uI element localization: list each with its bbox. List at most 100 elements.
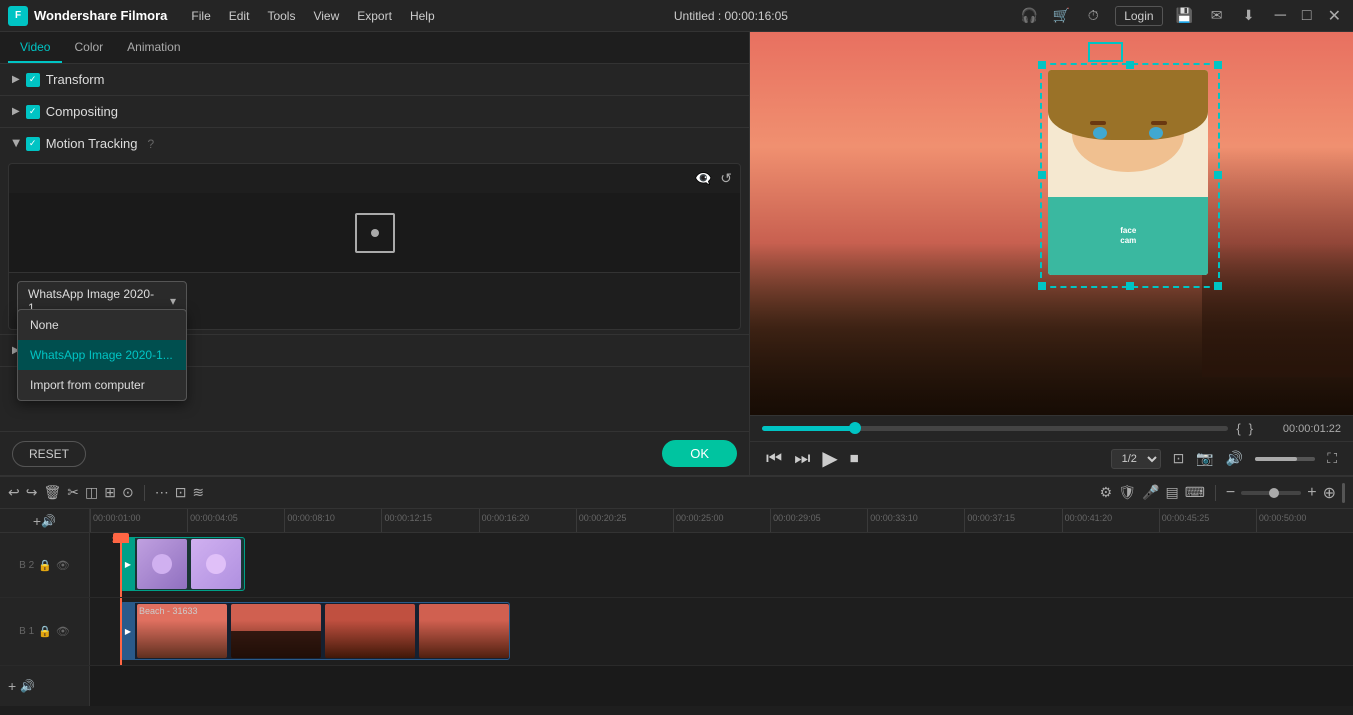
reset-button[interactable]: RESET — [12, 441, 86, 467]
stop-button[interactable]: ⏹ — [850, 448, 859, 469]
compositing-checkbox[interactable] — [26, 105, 40, 119]
compositing-arrow: ▶ — [12, 106, 20, 117]
ruler-tick-11: 00:00:41:20 — [1062, 509, 1159, 532]
headphones-icon[interactable]: 🎧 — [1019, 6, 1039, 26]
ruler-tick-5: 00:00:16:20 — [479, 509, 576, 532]
track-lock-1[interactable]: 🔒 — [38, 625, 52, 638]
right-panel: facecam { } 00:00:01:22 ⏮ — [750, 32, 1353, 475]
content-area: Video Color Animation ▶ Transform — [0, 32, 1353, 475]
tl-voice-button[interactable]: 🎤 — [1142, 484, 1159, 501]
ruler-tick-9: 00:00:33:10 — [867, 509, 964, 532]
ruler-tick-2: 00:00:04:05 — [187, 509, 284, 532]
volume-button[interactable]: 🔊 — [1226, 450, 1243, 467]
timer-icon[interactable]: ⏱ — [1083, 6, 1103, 26]
speed-select[interactable]: 1/2 1/1 2x — [1111, 449, 1161, 469]
cart-icon[interactable]: 🛒 — [1051, 6, 1071, 26]
ruler-side: + 🔊 — [0, 509, 90, 532]
tab-color[interactable]: Color — [62, 32, 115, 63]
transform-header[interactable]: ▶ Transform — [0, 64, 749, 95]
compositing-header[interactable]: ▶ Compositing — [0, 96, 749, 127]
tl-undo-button[interactable]: ↩ — [8, 484, 20, 501]
tl-ripple-button[interactable]: ⋯ — [155, 484, 169, 501]
app-container: F Wondershare Filmora File Edit Tools Vi… — [0, 0, 1353, 715]
tl-caption-button[interactable]: ⌨ — [1185, 484, 1205, 501]
video-preview: facecam — [750, 32, 1353, 415]
track-eye-2[interactable]: 👁 — [56, 559, 70, 572]
tl-redo-button[interactable]: ↪ — [26, 484, 38, 501]
dropdown-item-import[interactable]: Import from computer — [18, 370, 186, 400]
clip-label-overlay: WhatsApp Image 202 — [243, 557, 245, 571]
right-crowd — [1202, 147, 1353, 377]
tl-delete-button[interactable]: 🗑 — [43, 484, 61, 501]
mt-reset-button[interactable]: ↺ — [720, 170, 732, 187]
maximize-button[interactable]: □ — [1298, 7, 1316, 25]
motion-tracking-section: ▶ Motion Tracking ? 👁‍🗨 ↺ — [0, 128, 749, 335]
timeline-toolbar: ↩ ↪ 🗑 ✂ ◫ ⊞ ⊙ ⋯ ⊡ ≋ ⚙ 🛡 🎤 ▤ ⌨ − + ⊕ — [0, 477, 1353, 509]
tl-copy-button[interactable]: ⊙ — [122, 484, 134, 501]
progress-bar[interactable] — [762, 426, 1228, 431]
tab-animation[interactable]: Animation — [115, 32, 192, 63]
mt-hide-button[interactable]: 👁‍🗨 — [695, 170, 712, 187]
add-audio-button[interactable]: + — [8, 678, 16, 694]
motion-tracking-header[interactable]: ▶ Motion Tracking ? — [0, 128, 749, 159]
tl-split-button[interactable]: ⊞ — [104, 484, 116, 501]
login-button[interactable]: Login — [1115, 6, 1162, 26]
mail-icon[interactable]: ✉ — [1207, 6, 1227, 26]
minimize-button[interactable]: ─ — [1271, 7, 1290, 25]
mt-dropdown-row: WhatsApp Image 2020-1... ▾ None WhatsApp… — [9, 273, 740, 329]
fullscreen-button[interactable]: ⛶ — [1327, 450, 1337, 467]
tl-add-button[interactable]: ⊕ — [1323, 483, 1336, 503]
screen-mirror-button[interactable]: ⊡ — [1173, 450, 1185, 467]
tl-mask-button[interactable]: 🛡 — [1118, 484, 1136, 501]
save-icon[interactable]: 💾 — [1175, 6, 1195, 26]
step-back-button[interactable]: ⏮ — [766, 448, 782, 469]
avatar-face-area — [1048, 70, 1208, 197]
avatar-image: facecam — [1048, 70, 1208, 275]
menu-view[interactable]: View — [305, 5, 347, 27]
tab-video[interactable]: Video — [8, 32, 62, 63]
menu-help[interactable]: Help — [402, 5, 443, 27]
zoom-in-button[interactable]: + — [1307, 484, 1316, 502]
zoom-out-button[interactable]: − — [1226, 484, 1235, 502]
tl-sep1 — [144, 485, 145, 501]
handle-tm — [1126, 61, 1134, 69]
tl-color-button[interactable]: ≋ — [192, 484, 204, 501]
menu-tools[interactable]: Tools — [259, 5, 303, 27]
handle-tr — [1214, 61, 1222, 69]
dropdown-item-whatsapp[interactable]: WhatsApp Image 2020-1... — [18, 340, 186, 370]
tl-cut-button[interactable]: ✂ — [67, 484, 79, 501]
tl-crop-button[interactable]: ⊡ — [175, 484, 187, 501]
ok-button[interactable]: OK — [662, 440, 737, 467]
tl-trim-button[interactable]: ◫ — [85, 484, 98, 501]
add-track-button[interactable]: + — [33, 513, 41, 529]
menu-export[interactable]: Export — [349, 5, 400, 27]
tl-sep2 — [1215, 485, 1216, 501]
tl-auto-button[interactable]: ▤ — [1165, 484, 1178, 501]
rewind-button[interactable]: ⏭ — [794, 448, 810, 469]
titlebar-right: 🎧 🛒 ⏱ Login 💾 ✉ ⬇ ─ □ ✕ — [1019, 6, 1345, 26]
download-icon[interactable]: ⬇ — [1239, 6, 1259, 26]
handle-bl — [1038, 282, 1046, 290]
compositing-section: ▶ Compositing — [0, 96, 749, 128]
volume-track-button[interactable]: 🔊 — [41, 514, 56, 528]
menu-file[interactable]: File — [183, 5, 218, 27]
motion-tracking-checkbox[interactable] — [26, 137, 40, 151]
menu-edit[interactable]: Edit — [221, 5, 258, 27]
track-eye-1[interactable]: 👁 — [56, 625, 70, 638]
track-lock-2[interactable]: 🔒 — [38, 559, 52, 572]
tl-effects-button[interactable]: ⚙ — [1100, 484, 1113, 501]
dropdown-item-none[interactable]: None — [18, 310, 186, 340]
play-button[interactable]: ▶ — [822, 446, 837, 471]
properties-panel: ▶ Transform ▶ Compositing — [0, 64, 749, 431]
volume-track2-button[interactable]: 🔊 — [20, 679, 35, 693]
screenshot-button[interactable]: 📷 — [1196, 450, 1213, 467]
avatar-clip[interactable]: ▶ WhatsApp Image 202 — [120, 537, 245, 591]
playhead-track1 — [120, 598, 122, 665]
transform-checkbox[interactable] — [26, 73, 40, 87]
video-clip[interactable]: ▶ Beach - 31633 — [120, 602, 510, 660]
close-button[interactable]: ✕ — [1324, 6, 1345, 26]
bottom-buttons: RESET OK — [0, 431, 749, 475]
clip-label-video: Beach - 31633 — [139, 606, 198, 616]
zoom-slider[interactable] — [1241, 491, 1301, 495]
motion-tracking-help[interactable]: ? — [147, 137, 154, 151]
